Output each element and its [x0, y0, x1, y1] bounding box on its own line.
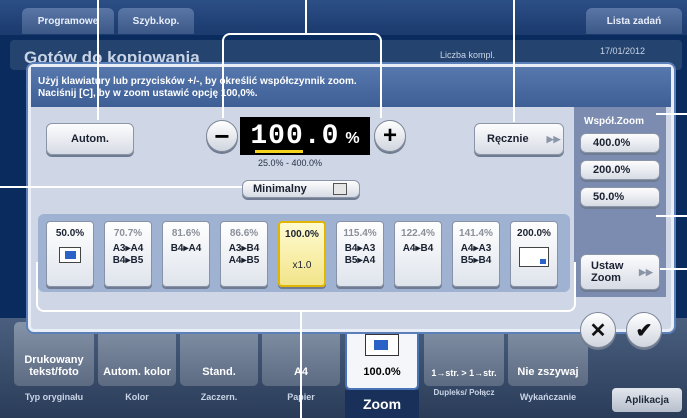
- callout-line: [656, 215, 687, 217]
- copies-label: Liczba kompl.: [440, 50, 496, 60]
- minus-icon: −: [214, 120, 230, 151]
- preset-200-pct: 200.0%: [517, 228, 551, 239]
- preset-141-4-pct: 141.4%: [459, 228, 493, 239]
- tab-programs[interactable]: Programowe: [22, 8, 114, 34]
- preset-115-4-pct: 115.4%: [343, 228, 377, 239]
- callout-line: [305, 0, 307, 35]
- minimal-label: Minimalny: [253, 183, 307, 195]
- zoom-unit: %: [345, 130, 360, 147]
- minimal-checkbox-icon: [332, 183, 347, 195]
- close-icon: ✕: [589, 319, 607, 342]
- reduce-page-icon: [59, 247, 81, 263]
- preset-81-6-pct: 81.6%: [171, 228, 201, 239]
- arrow-right-icon: ▶▶: [546, 133, 561, 144]
- arrow-right-icon: ▶▶: [639, 267, 653, 277]
- set-zoom-button[interactable]: Ustaw Zoom ▶▶: [580, 254, 660, 290]
- memory-zoom-400[interactable]: 400.0%: [580, 133, 660, 153]
- duplex-label: 1→str. > 1→str.: [431, 368, 497, 378]
- caption-original-type: Typ oryginału: [24, 392, 84, 402]
- zoom-range: 25.0% - 400.0%: [258, 158, 323, 168]
- zoom-button-label: 100.0%: [363, 366, 401, 378]
- caption-duplex: Dupleks/ Połącz: [433, 388, 495, 397]
- memory-zoom-200[interactable]: 200.0%: [580, 160, 660, 180]
- cancel-button[interactable]: ✕: [580, 312, 616, 348]
- color-label: Autom. kolor: [103, 366, 171, 378]
- callout-line: [0, 186, 242, 188]
- callout-line: [660, 268, 687, 270]
- original-type-label: Drukowany tekst/foto: [24, 354, 84, 378]
- preset-122-4-pct: 122.4%: [401, 228, 435, 239]
- callout-line: [656, 113, 687, 115]
- manual-button[interactable]: Ręcznie ▶▶: [474, 123, 564, 155]
- zoom-cursor: [255, 150, 303, 153]
- preset-70-7-pct: 70.7%: [113, 228, 143, 239]
- callout-line: [36, 262, 576, 312]
- zoom-caption: Zoom: [345, 390, 419, 418]
- callout-line: [300, 312, 302, 418]
- auto-zoom-button[interactable]: Autom.: [46, 123, 134, 155]
- plus-button[interactable]: +: [374, 120, 406, 152]
- preset-86-6-pct: 86.6%: [229, 228, 259, 239]
- zoom-page-icon: [365, 334, 399, 356]
- preset-50-pct: 50.0%: [55, 228, 85, 239]
- application-button[interactable]: Aplikacja: [612, 388, 682, 412]
- preset-81-6-sub: B4▸A4: [170, 243, 202, 254]
- check-icon: ✔: [635, 319, 653, 342]
- zoom-value: 100.0: [250, 120, 340, 152]
- preset-122-4-sub: A4▸B4: [402, 243, 434, 254]
- density-label: Stand.: [202, 366, 236, 378]
- set-zoom-label: Ustaw Zoom: [591, 260, 624, 284]
- ok-button[interactable]: ✔: [626, 312, 662, 348]
- caption-color: Kolor: [125, 392, 149, 402]
- tab-job-list[interactable]: Lista zadań: [586, 8, 682, 34]
- callout-line: [97, 0, 99, 120]
- caption-finishing: Wykańczanie: [519, 392, 577, 402]
- tab-quick-copy[interactable]: Szyb.kop.: [118, 8, 194, 34]
- plus-icon: +: [382, 122, 397, 149]
- preset-100-pct: 100.0%: [285, 229, 319, 240]
- callout-line: [222, 33, 382, 118]
- callout-line: [513, 0, 515, 122]
- manual-label: Ręcznie: [487, 133, 529, 145]
- zoom-memory-title: Współ.Zoom: [584, 116, 644, 127]
- memory-zoom-50[interactable]: 50.0%: [580, 187, 660, 207]
- minimal-button[interactable]: Minimalny: [242, 180, 360, 198]
- caption-density: Zaczern.: [200, 392, 238, 402]
- finishing-label: Nie zszywaj: [517, 366, 579, 378]
- minus-button[interactable]: −: [206, 120, 238, 152]
- date-display: 17/01/2012: [600, 46, 646, 56]
